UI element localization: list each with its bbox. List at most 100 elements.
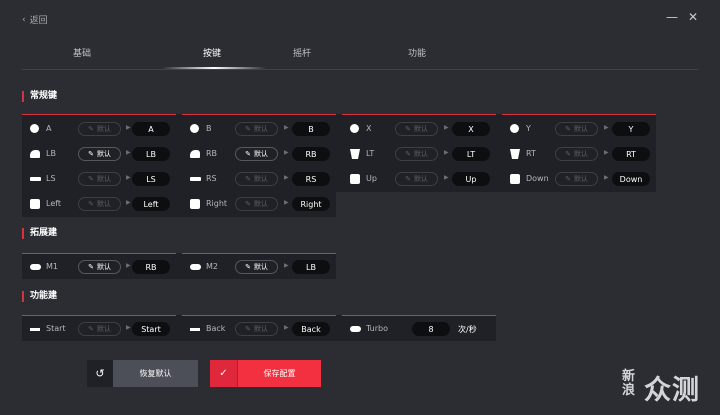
group-line	[22, 114, 176, 115]
key-mapping-rs: RS ✎ 默认 ▶ RS	[182, 167, 336, 191]
key-label: Up	[366, 174, 377, 183]
active-tab-indicator	[162, 67, 266, 69]
default-toggle[interactable]: ✎ 默认	[235, 147, 278, 161]
key-mapping-up: Up ✎ 默认 ▶ Up	[342, 167, 496, 191]
arrow-right-icon: ▶	[604, 174, 609, 181]
arrow-right-icon: ▶	[284, 124, 289, 131]
mapped-value[interactable]: Up	[452, 172, 490, 186]
mapped-value[interactable]: Start	[132, 322, 170, 336]
default-toggle[interactable]: ✎ 默认	[555, 172, 598, 186]
mapped-value[interactable]: RS	[292, 172, 330, 186]
default-label: 默认	[96, 125, 111, 133]
default-label: 默认	[413, 125, 428, 133]
dpad-icon	[190, 199, 200, 209]
pill-button-icon	[350, 326, 361, 332]
arrow-right-icon: ▶	[126, 174, 131, 181]
default-toggle[interactable]: ✎ 默认	[78, 147, 121, 161]
section-title-function: 功能建	[22, 291, 57, 302]
mapped-value[interactable]: Left	[132, 197, 170, 211]
circle-button-icon	[350, 124, 359, 133]
mapped-value[interactable]: LT	[452, 147, 490, 161]
default-toggle[interactable]: ✎ 默认	[235, 260, 278, 274]
tab-function[interactable]: 功能	[357, 46, 477, 59]
mapped-value[interactable]: LS	[132, 172, 170, 186]
bumper-icon	[30, 150, 40, 158]
tab-joystick[interactable]: 摇杆	[242, 46, 362, 59]
turbo-rate-input[interactable]: 8	[412, 322, 450, 336]
section-title-extended: 拓展建	[22, 228, 57, 239]
check-icon[interactable]: ✓	[210, 360, 238, 387]
arrow-right-icon: ▶	[604, 149, 609, 156]
dpad-icon	[510, 174, 520, 184]
key-mapping-a: A ✎ 默认 ▶ A	[22, 117, 176, 141]
close-icon[interactable]: ✕	[688, 10, 698, 24]
minimize-icon[interactable]: —	[666, 10, 678, 24]
key-label: A	[46, 124, 52, 133]
default-toggle[interactable]: ✎ 默认	[555, 122, 598, 136]
key-label: Down	[526, 174, 549, 183]
dash-button-icon	[190, 328, 200, 331]
default-label: 默认	[573, 125, 588, 133]
arrow-right-icon: ▶	[284, 324, 289, 331]
default-toggle[interactable]: ✎ 默认	[395, 147, 438, 161]
key-label: Y	[526, 124, 531, 133]
mapped-value[interactable]: RT	[612, 147, 650, 161]
default-toggle[interactable]: ✎ 默认	[395, 172, 438, 186]
group-line	[22, 315, 176, 316]
default-toggle[interactable]: ✎ 默认	[235, 322, 278, 336]
watermark-text-small: 新浪	[622, 369, 636, 398]
mapped-value[interactable]: RB	[132, 260, 170, 274]
default-toggle[interactable]: ✎ 默认	[78, 197, 121, 211]
back-button[interactable]: ‹ 返回	[22, 13, 48, 27]
default-toggle[interactable]: ✎ 默认	[235, 197, 278, 211]
circle-button-icon	[190, 124, 199, 133]
default-label: 默认	[96, 325, 111, 333]
mapped-value[interactable]: Back	[292, 322, 330, 336]
key-label: Turbo	[366, 324, 389, 333]
bumper-icon	[190, 150, 200, 158]
arrow-right-icon: ▶	[444, 149, 449, 156]
mapped-value[interactable]: RB	[292, 147, 330, 161]
default-toggle[interactable]: ✎ 默认	[78, 260, 121, 274]
key-label: LS	[46, 174, 56, 183]
circle-button-icon	[30, 124, 39, 133]
group-line	[182, 114, 336, 115]
default-toggle[interactable]: ✎ 默认	[235, 122, 278, 136]
default-toggle[interactable]: ✎ 默认	[78, 322, 121, 336]
group-line	[182, 253, 336, 254]
group-line	[502, 114, 656, 115]
mapped-value[interactable]: LB	[132, 147, 170, 161]
key-label: RS	[206, 174, 217, 183]
dpad-icon	[350, 174, 360, 184]
default-toggle[interactable]: ✎ 默认	[235, 172, 278, 186]
save-config-button[interactable]: 保存配置	[238, 360, 321, 387]
circle-button-icon	[510, 124, 519, 133]
arrow-right-icon: ▶	[444, 174, 449, 181]
reset-default-button[interactable]: 恢复默认	[113, 360, 198, 387]
title-bar: ‹ 返回 — ✕	[0, 0, 720, 38]
mapped-value[interactable]: B	[292, 122, 330, 136]
undo-icon[interactable]: ↺	[87, 360, 113, 387]
trigger-icon	[350, 149, 360, 159]
mapped-value[interactable]: LB	[292, 260, 330, 274]
default-label: 默认	[253, 125, 268, 133]
default-toggle[interactable]: ✎ 默认	[555, 147, 598, 161]
mapped-value[interactable]: Y	[612, 122, 650, 136]
arrow-right-icon: ▶	[284, 174, 289, 181]
key-label: RT	[526, 149, 536, 158]
default-toggle[interactable]: ✎ 默认	[78, 172, 121, 186]
back-label: 返回	[29, 16, 48, 26]
group-line	[182, 315, 336, 316]
tab-basic[interactable]: 基础	[22, 46, 142, 59]
section-title-regular: 常规键	[22, 91, 57, 102]
mapped-value[interactable]: Right	[292, 197, 330, 211]
default-toggle[interactable]: ✎ 默认	[395, 122, 438, 136]
mapped-value[interactable]: Down	[612, 172, 650, 186]
mapped-value[interactable]: A	[132, 122, 170, 136]
default-toggle[interactable]: ✎ 默认	[78, 122, 121, 136]
stick-icon	[30, 177, 41, 181]
watermark-logo: 新浪 众测	[622, 366, 712, 408]
mapped-value[interactable]: X	[452, 122, 490, 136]
default-label: 默认	[253, 263, 268, 271]
key-label: Start	[46, 324, 66, 333]
